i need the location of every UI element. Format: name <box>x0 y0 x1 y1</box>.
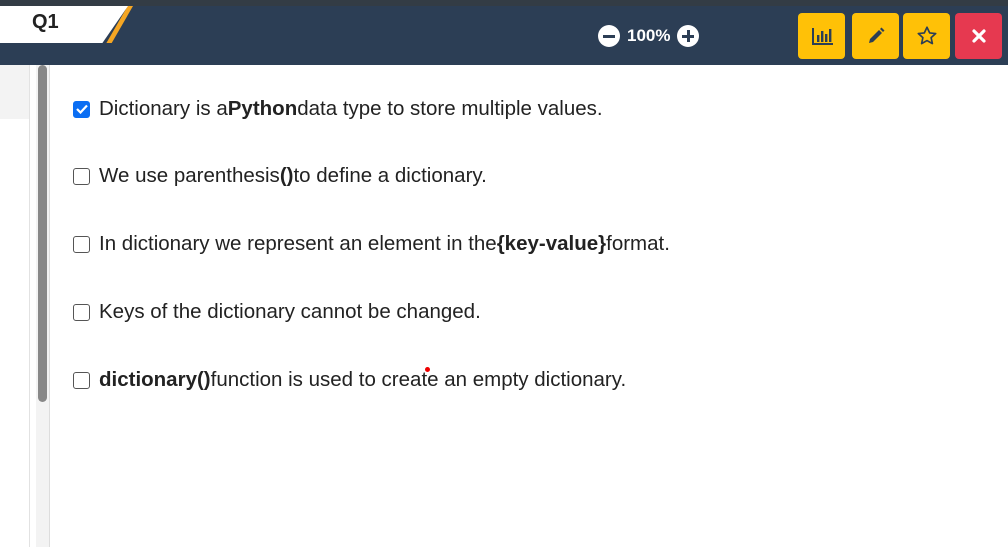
cursor-dot <box>425 367 430 372</box>
option-text-pre: In dictionary we represent an element in… <box>99 232 497 255</box>
option-1[interactable]: Dictionary is a Python data type to stor… <box>73 97 603 121</box>
left-panel <box>0 65 30 547</box>
option-text-bold: {key-value} <box>496 232 607 255</box>
option-3[interactable]: In dictionary we represent an element in… <box>73 232 670 256</box>
option-2[interactable]: We use parenthesis () to define a dictio… <box>73 164 487 188</box>
stats-button[interactable] <box>798 13 845 59</box>
left-panel-item[interactable] <box>0 65 29 119</box>
scrollbar-thumb[interactable] <box>38 65 47 402</box>
option-text-post: format. <box>606 232 670 255</box>
edit-button[interactable] <box>852 13 899 59</box>
option-checkbox[interactable] <box>73 167 90 185</box>
zoom-out-icon[interactable] <box>598 25 620 47</box>
option-text-post: data type to store multiple values. <box>297 97 603 120</box>
option-checkbox[interactable] <box>73 235 90 253</box>
stats-icon <box>811 28 833 45</box>
close-icon <box>971 29 986 43</box>
option-text-pre: Dictionary is a <box>99 97 228 120</box>
option-text-post: function is used to create an empty dict… <box>210 368 627 391</box>
zoom-level: 100% <box>627 26 671 45</box>
question-tab-label[interactable]: Q1 <box>32 11 59 34</box>
option-text-bold: Python <box>227 97 298 120</box>
pencil-icon <box>868 27 884 43</box>
option-text-bold: () <box>279 164 294 187</box>
zoom-in-icon[interactable] <box>677 25 700 47</box>
option-checkbox[interactable] <box>73 303 90 321</box>
option-text-pre: Keys of the dictionary cannot be changed… <box>99 300 481 323</box>
star-icon <box>916 26 937 45</box>
option-checkbox[interactable] <box>73 100 90 118</box>
option-checkbox[interactable] <box>73 371 90 389</box>
option-text-post: to define a dictionary. <box>293 164 487 187</box>
favorite-button[interactable] <box>903 13 950 59</box>
option-4[interactable]: Keys of the dictionary cannot be changed… <box>73 300 481 324</box>
option-5[interactable]: dictionary() function is used to create … <box>73 368 626 392</box>
option-text-bold: dictionary() <box>99 368 211 391</box>
option-text-pre: We use parenthesis <box>99 164 280 187</box>
zoom-control: 100% <box>598 25 700 47</box>
close-button[interactable] <box>955 13 1002 59</box>
